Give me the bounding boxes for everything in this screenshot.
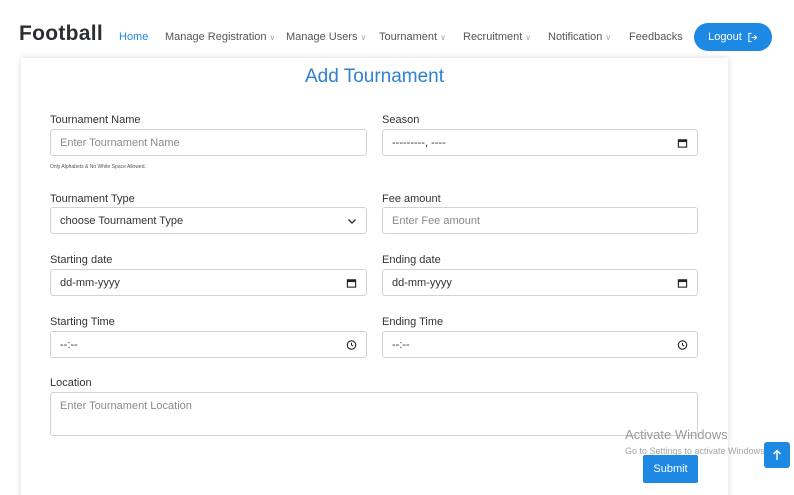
- tournament-name-label: Tournament Name: [50, 114, 141, 126]
- fee-amount-label: Fee amount: [382, 193, 441, 205]
- chevron-down-icon: ∨: [605, 33, 612, 42]
- nav-manage-users-label: Manage Users: [286, 31, 358, 43]
- ending-date-input[interactable]: dd-mm-yyyy: [382, 269, 698, 296]
- nav-feedbacks-label: Feedbacks: [629, 31, 683, 43]
- nav-recruitment-label: Recruitment: [463, 31, 523, 43]
- starting-date-label: Starting date: [50, 254, 113, 266]
- fee-amount-input[interactable]: Enter Fee amount: [382, 207, 698, 234]
- page-title: Add Tournament: [304, 66, 445, 87]
- logout-button[interactable]: Logout: [694, 23, 772, 51]
- calendar-icon[interactable]: [677, 137, 688, 148]
- add-tournament-card: Add Tournament Tournament Name Enter Tou…: [21, 58, 728, 495]
- tournament-name-placeholder: Enter Tournament Name: [60, 136, 180, 149]
- nav-manage-registration[interactable]: Manage Registration ∨: [165, 31, 275, 43]
- season-value: ---------, ----: [392, 136, 446, 149]
- ending-time-input[interactable]: --:--: [382, 331, 698, 358]
- nav-feedbacks[interactable]: Feedbacks: [629, 31, 683, 43]
- tournament-name-hint: Only Alphabets & No White Space Allowed.: [50, 164, 146, 170]
- nav-recruitment[interactable]: Recruitment ∨: [463, 31, 531, 43]
- starting-time-input[interactable]: --:--: [50, 331, 367, 358]
- location-label: Location: [50, 377, 92, 389]
- location-textarea[interactable]: Enter Tournament Location: [50, 392, 698, 436]
- ending-time-label: Ending Time: [382, 316, 444, 328]
- nav-notification[interactable]: Notification ∨: [548, 31, 611, 43]
- chevron-down-icon: ∨: [269, 33, 276, 42]
- nav-tournament[interactable]: Tournament ∨: [379, 31, 446, 43]
- nav-tournament-label: Tournament: [379, 31, 438, 43]
- calendar-icon[interactable]: [346, 277, 357, 288]
- activate-windows-watermark: Activate Windows: [625, 427, 728, 442]
- navbar: Football Home Manage Registration ∨ Manag…: [0, 0, 794, 62]
- arrow-up-icon: [772, 449, 782, 461]
- scroll-to-top-button[interactable]: [764, 442, 790, 468]
- starting-date-value: dd-mm-yyyy: [60, 276, 120, 289]
- tournament-type-select[interactable]: choose Tournament Type: [50, 207, 367, 234]
- nav-notification-label: Notification: [548, 31, 603, 43]
- chevron-down-icon: ∨: [360, 33, 367, 42]
- logout-label: Logout: [708, 31, 742, 43]
- starting-time-label: Starting Time: [50, 316, 115, 328]
- brand-logo[interactable]: Football: [19, 22, 103, 46]
- season-input[interactable]: ---------, ----: [382, 129, 698, 156]
- season-label: Season: [382, 114, 420, 126]
- nav-home-label: Home: [119, 31, 149, 43]
- nav-manage-registration-label: Manage Registration: [165, 31, 267, 43]
- ending-time-value: --:--: [392, 338, 410, 351]
- ending-date-label: Ending date: [382, 254, 441, 266]
- chevron-down-icon: ∨: [440, 33, 446, 42]
- tournament-type-label: Tournament Type: [50, 193, 135, 205]
- chevron-down-icon: ∨: [525, 33, 532, 42]
- nav-home[interactable]: Home: [119, 31, 148, 43]
- starting-time-value: --:--: [60, 338, 78, 351]
- tournament-type-value: choose Tournament Type: [60, 214, 184, 227]
- chevron-down-icon: [347, 217, 357, 225]
- nav-manage-users[interactable]: Manage Users ∨: [286, 31, 366, 43]
- logout-icon: [747, 32, 758, 43]
- tournament-name-input[interactable]: Enter Tournament Name: [50, 129, 367, 156]
- ending-date-value: dd-mm-yyyy: [392, 276, 452, 289]
- fee-amount-placeholder: Enter Fee amount: [392, 214, 481, 227]
- clock-icon[interactable]: [346, 339, 357, 350]
- clock-icon[interactable]: [677, 339, 688, 350]
- calendar-icon[interactable]: [677, 277, 688, 288]
- location-placeholder: Enter Tournament Location: [60, 400, 192, 412]
- submit-button[interactable]: Submit: [643, 455, 698, 483]
- starting-date-input[interactable]: dd-mm-yyyy: [50, 269, 367, 296]
